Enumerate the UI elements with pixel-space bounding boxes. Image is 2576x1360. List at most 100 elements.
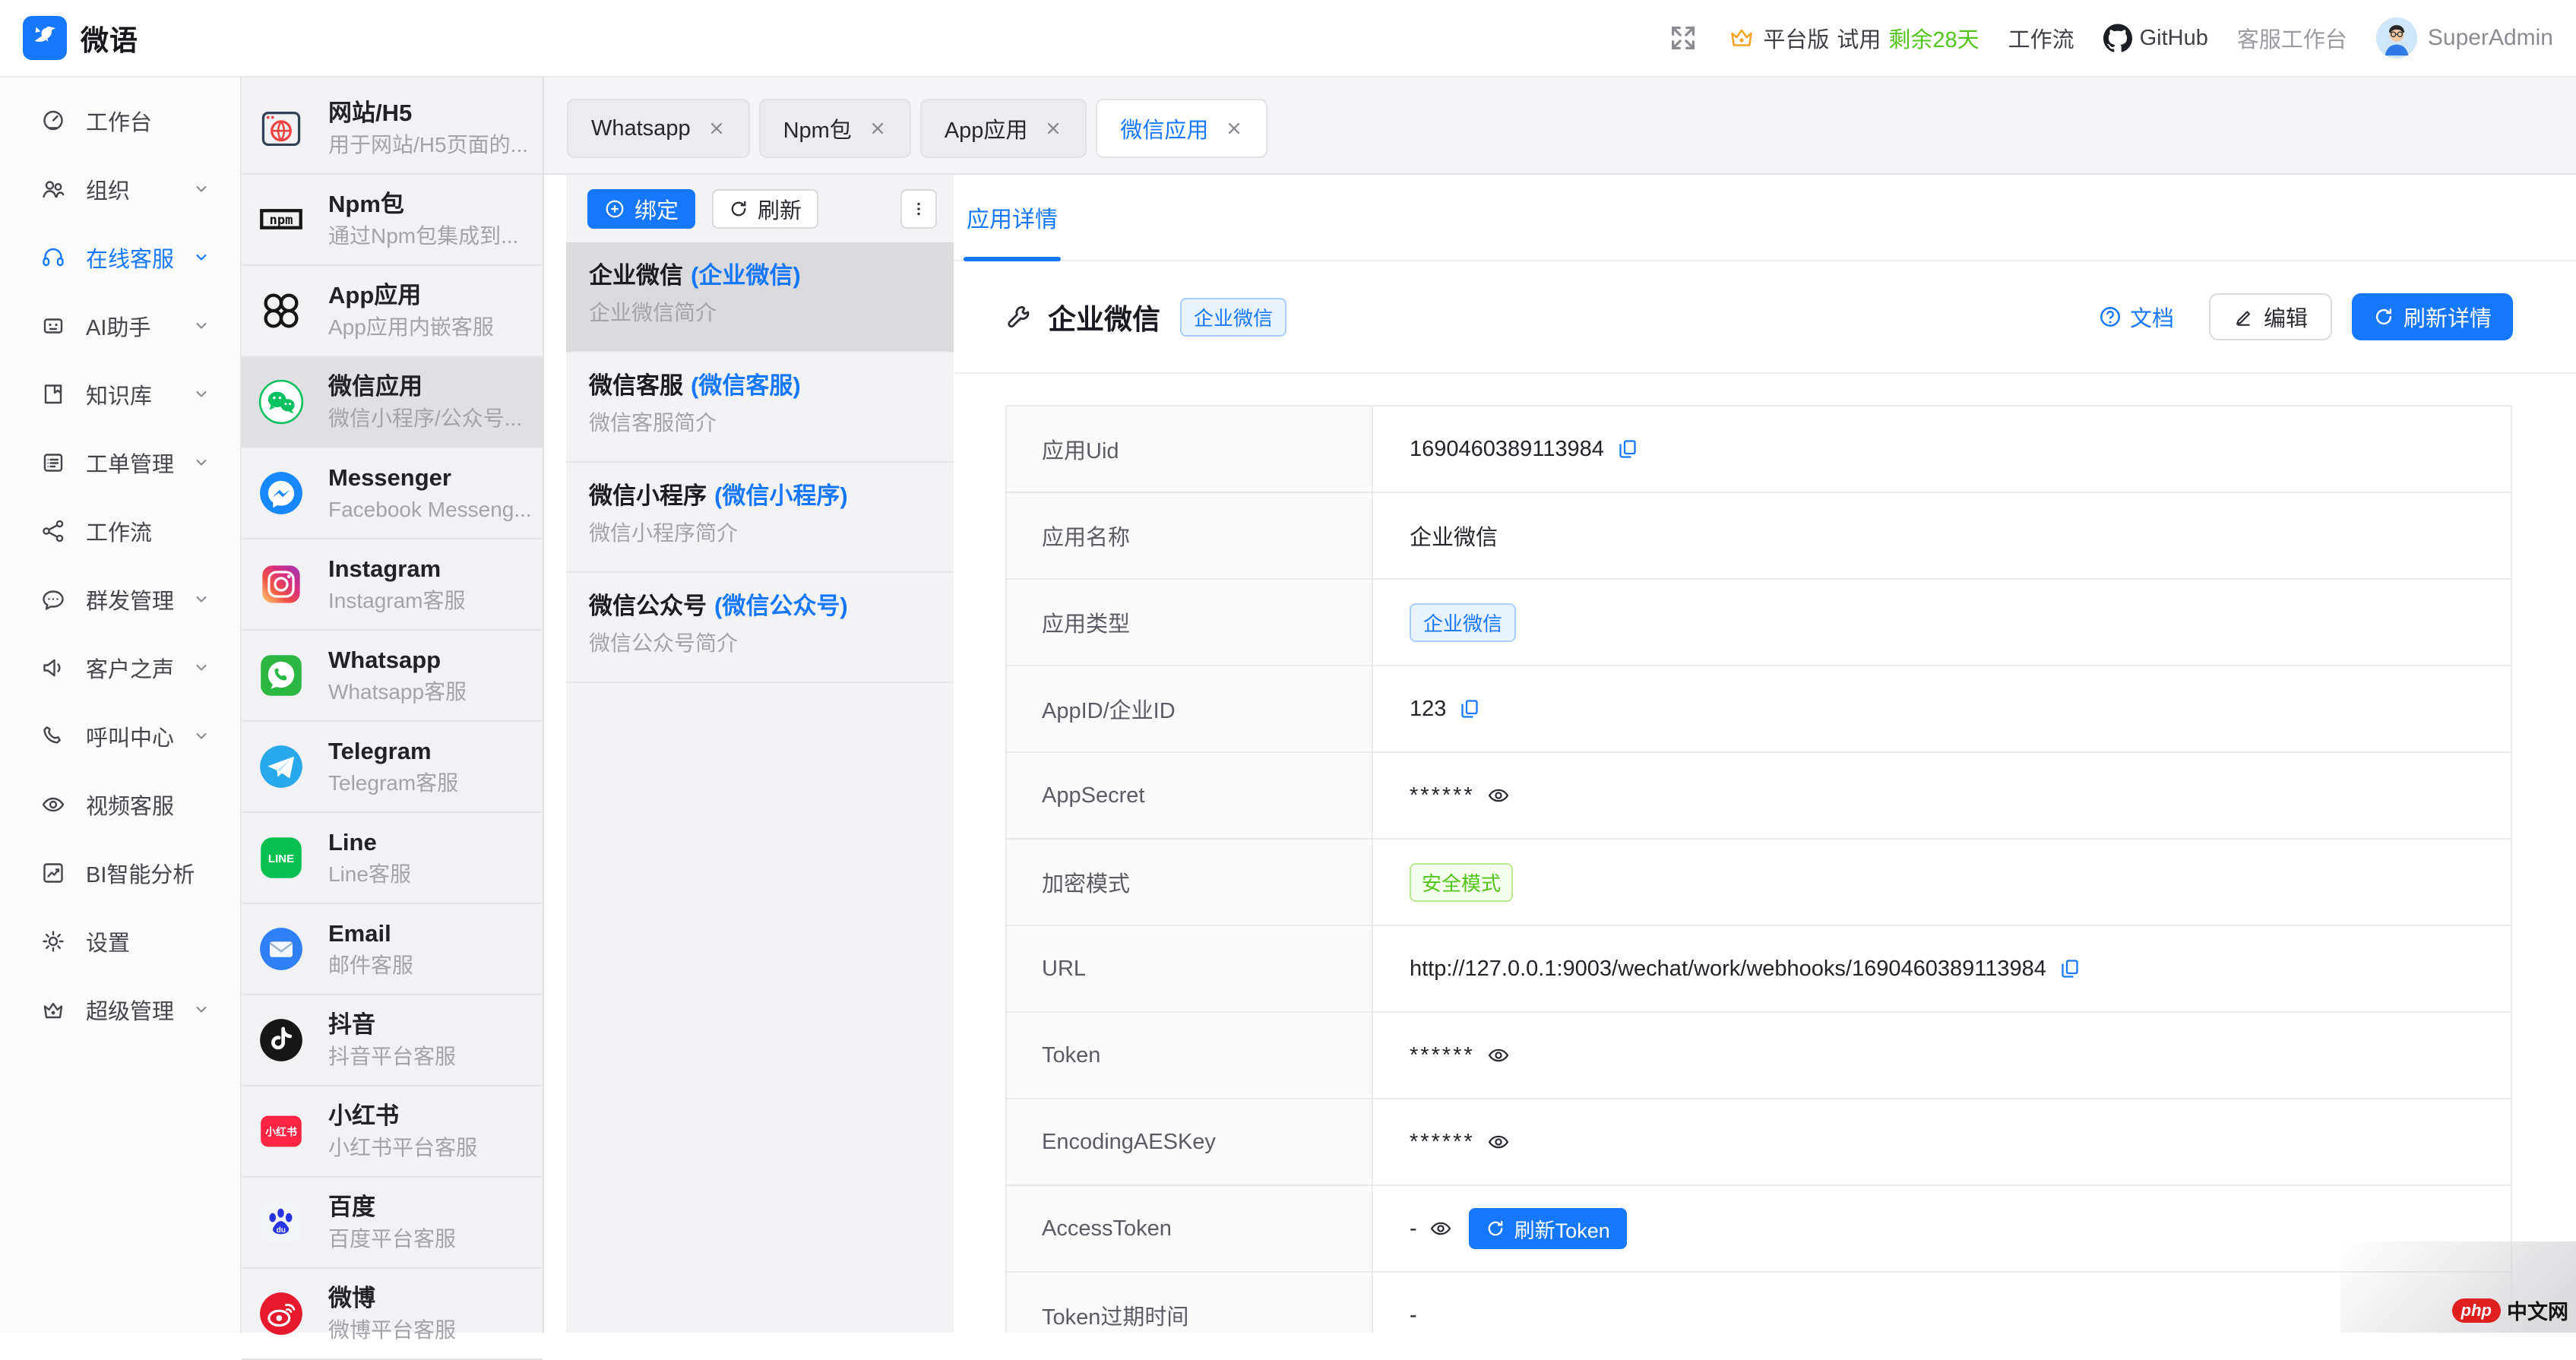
more-button[interactable] — [900, 189, 937, 229]
user-menu[interactable]: SuperAdmin — [2376, 17, 2553, 59]
account-item[interactable]: 微信客服(微信客服)微信客服简介 — [566, 353, 954, 463]
line-icon: LINE — [258, 835, 304, 881]
refresh-list-button[interactable]: 刷新 — [712, 189, 818, 229]
sidebar-item-label: 工作流 — [86, 515, 152, 547]
channel-item-whatsapp[interactable]: WhatsappWhatsapp客服 — [242, 631, 543, 722]
left-sidebar: 工作台组织在线客服AI助手知识库工单管理工作流群发管理客户之声呼叫中心视频客服 B… — [0, 76, 242, 1333]
channel-name: 百度 — [328, 1193, 456, 1222]
sidebar-item-dashboard[interactable]: 工作台 — [0, 87, 240, 155]
php-logo: php — [2452, 1298, 2501, 1323]
account-panel: 绑定 刷新 企业微信(企业微信)企业微信简介微信客服(微信客服)微信客服简介微信… — [566, 175, 954, 1333]
channel-item-xiaohongshu[interactable]: 小红书小红书小红书平台客服 — [242, 1086, 543, 1178]
refresh-detail-button[interactable]: 刷新详情 — [2352, 293, 2513, 340]
nav-github[interactable]: GitHub — [2103, 24, 2208, 52]
table-row: AppID/企业ID123 — [1007, 666, 2511, 753]
account-item[interactable]: 企业微信(企业微信)企业微信简介 — [566, 242, 954, 353]
table-row: AccessToken-刷新Token — [1007, 1186, 2511, 1273]
sidebar-item-label: 客户之声 — [86, 652, 174, 684]
sidebar-item-label: BI智能分析 — [86, 857, 195, 889]
eye-icon[interactable] — [1487, 1131, 1510, 1153]
sidebar-item-chart[interactable]: BI智能分析 — [0, 839, 240, 907]
plan-edition: 平台版 — [1763, 22, 1829, 54]
edit-button[interactable]: 编辑 — [2209, 293, 2332, 340]
channel-name: 抖音 — [328, 1011, 456, 1039]
account-type-tag: (微信小程序) — [714, 482, 848, 509]
doc-link[interactable]: 文档 — [2098, 301, 2174, 333]
account-desc: 微信客服简介 — [589, 410, 938, 436]
copy-icon[interactable] — [2059, 957, 2081, 980]
sidebar-item-crown[interactable]: 超级管理 — [0, 976, 240, 1044]
sidebar-item-label: 设置 — [86, 925, 130, 957]
app-title: 企业微信 — [1048, 296, 1160, 337]
dashboard-icon — [40, 108, 66, 134]
sidebar-item-phone[interactable]: 呼叫中心 — [0, 702, 240, 770]
sidebar-item-robot[interactable]: AI助手 — [0, 292, 240, 360]
field-value: ****** — [1410, 1043, 1475, 1068]
field-value: ****** — [1410, 783, 1475, 808]
tab-app-detail[interactable]: 应用详情 — [967, 175, 1058, 260]
fullscreen-icon[interactable] — [1667, 22, 1699, 54]
channel-item-messenger[interactable]: MessengerFacebook Messeng... — [242, 448, 543, 539]
workspace-tab[interactable]: Whatsapp — [567, 99, 750, 158]
channel-name: 微博 — [328, 1284, 456, 1313]
workspace-tab[interactable]: 微信应用 — [1096, 99, 1267, 158]
plan-badge[interactable]: 平台版 试用 剩余28天 — [1728, 22, 1979, 54]
bind-button[interactable]: 绑定 — [587, 189, 695, 229]
copy-icon[interactable] — [1616, 438, 1639, 460]
channel-item-npm[interactable]: npmNpm包通过Npm包集成到... — [242, 175, 543, 266]
channel-item-web[interactable]: 网站/H5用于网站/H5页面的... — [242, 84, 543, 175]
channel-desc: 微博平台客服 — [328, 1317, 456, 1343]
sidebar-item-ticket[interactable]: 工单管理 — [0, 429, 240, 497]
channel-item-line[interactable]: LINELineLine客服 — [242, 813, 543, 904]
nav-agent-workbench[interactable]: 客服工作台 — [2237, 22, 2347, 54]
sidebar-item-eye[interactable]: 视频客服 — [0, 770, 240, 839]
close-icon[interactable] — [707, 119, 726, 138]
nav-workflow[interactable]: 工作流 — [2008, 22, 2074, 54]
sidebar-item-workflow[interactable]: 工作流 — [0, 497, 240, 565]
workspace-tab-label: Whatsapp — [591, 116, 691, 141]
email-icon — [258, 926, 304, 972]
phone-icon — [40, 723, 66, 749]
workspace-tab[interactable]: Npm包 — [759, 99, 911, 158]
edit-pencil-icon — [2233, 306, 2255, 327]
channel-item-app[interactable]: App应用App应用内嵌客服 — [242, 266, 543, 357]
account-type-tag: (企业微信) — [691, 262, 801, 289]
sidebar-item-gear[interactable]: 设置 — [0, 907, 240, 976]
channel-item-douyin[interactable]: 抖音抖音平台客服 — [242, 995, 543, 1086]
workspace-tab-label: 微信应用 — [1120, 112, 1208, 144]
channel-name: Whatsapp — [328, 646, 467, 675]
close-icon[interactable] — [1044, 119, 1062, 138]
account-item[interactable]: 微信公众号(微信公众号)微信公众号简介 — [566, 573, 954, 683]
field-label: AppID/企业ID — [1007, 666, 1373, 751]
eye-icon[interactable] — [1487, 1044, 1510, 1067]
field-value-cell: 1690460389113984 — [1373, 406, 2511, 492]
channel-item-wechat[interactable]: 微信应用微信小程序/公众号... — [242, 357, 543, 448]
detail-title-row: 企业微信 企业微信 文档 编辑 刷新详情 — [954, 261, 2576, 374]
sidebar-item-team[interactable]: 组织 — [0, 155, 240, 223]
channel-item-instagram[interactable]: InstagramInstagram客服 — [242, 539, 543, 631]
eye-icon[interactable] — [1487, 784, 1510, 807]
channel-name: 小红书 — [328, 1102, 477, 1131]
sidebar-item-megaphone[interactable]: 客户之声 — [0, 634, 240, 702]
close-icon[interactable] — [1225, 119, 1243, 138]
channel-item-email[interactable]: Email邮件客服 — [242, 904, 543, 995]
eye-icon[interactable] — [1429, 1217, 1452, 1240]
sidebar-item-headset[interactable]: 在线客服 — [0, 223, 240, 292]
channel-item-weibo[interactable]: 微博微博平台客服 — [242, 1269, 543, 1360]
workspace-tab[interactable]: App应用 — [920, 99, 1087, 158]
sidebar-item-book[interactable]: 知识库 — [0, 360, 240, 429]
sidebar-item-broadcast[interactable]: 群发管理 — [0, 565, 240, 634]
channel-name: 网站/H5 — [328, 99, 528, 128]
refresh-token-button[interactable]: 刷新Token — [1469, 1208, 1627, 1249]
channel-item-baidu[interactable]: du百度百度平台客服 — [242, 1178, 543, 1269]
question-circle-icon — [2098, 305, 2122, 329]
username: SuperAdmin — [2428, 25, 2553, 51]
watermark: php 中文网 — [2340, 1241, 2576, 1333]
field-value: 企业微信 — [1410, 520, 1498, 552]
channel-item-telegram[interactable]: TelegramTelegram客服 — [242, 722, 543, 813]
table-row: AppSecret****** — [1007, 753, 2511, 840]
copy-icon[interactable] — [1458, 697, 1481, 720]
account-item[interactable]: 微信小程序(微信小程序)微信小程序简介 — [566, 463, 954, 573]
close-icon[interactable] — [869, 119, 887, 138]
field-value-cell: ****** — [1373, 1013, 2511, 1098]
